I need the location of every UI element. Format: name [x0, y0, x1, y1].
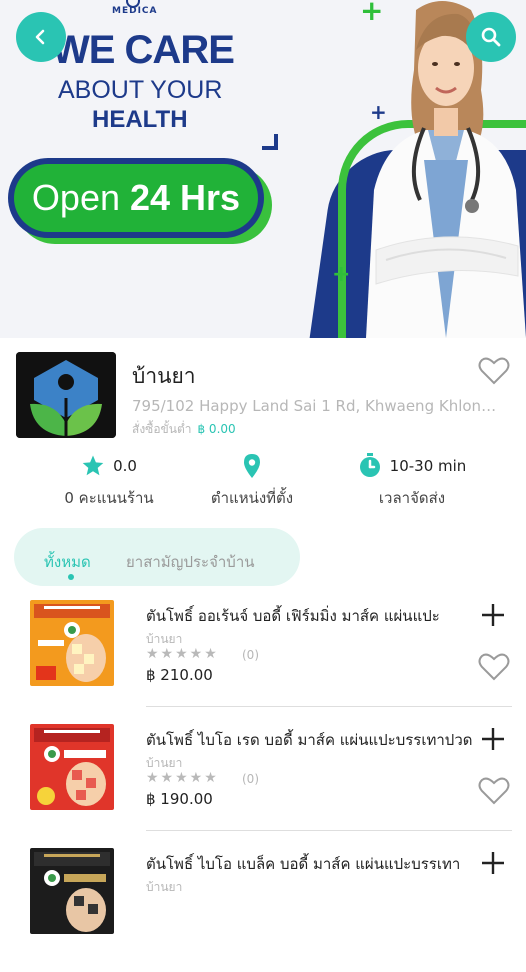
open-hours: 24 Hrs — [130, 177, 241, 218]
stat-delivery: 10-30 min เวลาจัดส่ง — [344, 452, 480, 510]
banner-headline: WE CARE — [52, 28, 235, 72]
min-order-value: ฿ 0.00 — [197, 422, 236, 436]
product-rating-stars: ★★★★★ — [146, 770, 219, 786]
product-item[interactable]: ตันโพธิ์ ไบโอ แบล็ค บอดี้ มาส์ค แผ่นแปะบ… — [0, 848, 526, 972]
category-tabs: ทั้งหมด ยาสามัญประจำบ้าน — [14, 528, 300, 586]
product-name: ตันโพธิ์ ไบโอ เรด บอดี้ มาส์ค แผ่นแปะบรร… — [146, 731, 473, 749]
delivery-label: เวลาจัดส่ง — [378, 489, 446, 507]
map-pin-icon — [244, 454, 260, 478]
open-hours-badge: Open 24 Hrs — [14, 164, 258, 232]
brand-name: MEDICA — [112, 6, 158, 16]
tab-household-medicine[interactable]: ยาสามัญประจำบ้าน — [126, 550, 255, 574]
product-review-count: (0) — [242, 772, 259, 786]
active-tab-indicator — [68, 574, 74, 580]
chevron-left-icon — [35, 29, 45, 45]
add-to-cart-plus-icon[interactable] — [480, 850, 506, 876]
stat-rating: 0.0 0 คะแนนร้าน — [54, 452, 164, 510]
location-label: ตำแหน่งที่ตั้ง — [210, 489, 294, 507]
stat-location[interactable]: ตำแหน่งที่ตั้ง — [194, 452, 310, 510]
product-rating-stars: ★★★★★ — [146, 646, 219, 662]
promo-banner: MEDICA WE CARE ABOUT YOUR HEALTH Open 24… — [0, 0, 526, 338]
store-address: 795/102 Happy Land Sai 1 Rd, Khwaeng Khl… — [132, 397, 504, 415]
min-order: สั่งซื้อขั้นต่ำ ฿ 0.00 — [132, 420, 236, 439]
product-review-count: (0) — [242, 648, 259, 662]
product-image — [30, 848, 114, 934]
product-image — [30, 600, 114, 686]
divider — [146, 706, 512, 707]
delivery-value: 10-30 min — [389, 457, 467, 475]
product-name: ตันโพธิ์ ออเร้นจ์ บอดี้ เฟิร์มมิ่ง มาส์ค… — [146, 607, 440, 625]
favorite-heart-icon[interactable] — [478, 776, 510, 806]
divider — [146, 830, 512, 831]
product-price: ฿ 190.00 — [146, 790, 213, 808]
banner-subline-2: HEALTH — [92, 106, 188, 133]
product-name: ตันโพธิ์ ไบโอ แบล็ค บอดี้ มาส์ค แผ่นแปะบ… — [146, 855, 461, 873]
banner-subline: ABOUT YOUR — [58, 76, 223, 104]
rating-value: 0.0 — [113, 457, 137, 475]
product-image — [30, 724, 114, 810]
star-icon — [82, 455, 104, 476]
favorite-store-heart-icon[interactable] — [478, 356, 510, 386]
stopwatch-icon — [359, 453, 380, 477]
min-order-label: สั่งซื้อขั้นต่ำ — [132, 422, 192, 436]
favorite-heart-icon[interactable] — [478, 652, 510, 682]
store-stats: 0.0 0 คะแนนร้าน ตำแหน่งที่ตั้ง 10-30 min… — [0, 452, 526, 508]
decor-corner — [262, 134, 278, 150]
search-icon — [481, 27, 501, 47]
add-to-cart-plus-icon[interactable] — [480, 602, 506, 628]
back-button[interactable] — [16, 12, 66, 62]
product-price: ฿ 210.00 — [146, 666, 213, 684]
tab-all[interactable]: ทั้งหมด — [44, 550, 91, 574]
store-name: บ้านยา — [132, 364, 196, 388]
add-to-cart-plus-icon[interactable] — [480, 726, 506, 752]
product-shop: บ้านยา — [146, 880, 183, 894]
search-button[interactable] — [466, 12, 516, 62]
rating-label: 0 คะแนนร้าน — [64, 489, 154, 507]
open-label: Open — [31, 177, 120, 218]
store-logo — [16, 352, 116, 438]
